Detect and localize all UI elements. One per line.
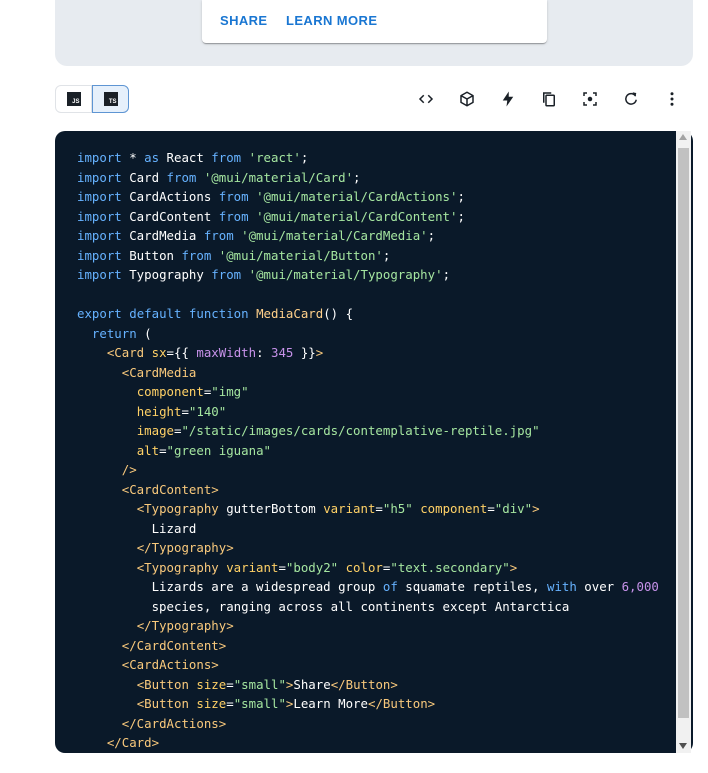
code-scrollbar[interactable] [676, 131, 691, 753]
focus-icon[interactable] [580, 89, 600, 109]
code-block: import * as React from 'react'; import C… [55, 131, 693, 753]
code-line: </Card> [106, 735, 160, 750]
codesandbox-icon[interactable] [457, 89, 477, 109]
code-line: <Button size="small">Share</Button> [136, 676, 398, 692]
code-line: <Typography gutterBottom variant="h5" co… [136, 501, 540, 516]
demo-toolbar: JS TS [55, 85, 693, 115]
language-toggle: JS TS [55, 85, 129, 113]
code-line: import CardMedia from '@mui/material/Car… [77, 228, 436, 243]
code-line: Lizards are a widespread group of squama… [77, 579, 659, 594]
code-icon[interactable] [416, 89, 436, 109]
code-line: component="img" [136, 384, 249, 399]
learn-more-button[interactable]: LEARN MORE [286, 11, 377, 29]
code-line: import CardContent from '@mui/material/C… [77, 208, 465, 224]
ts-toggle-button[interactable]: TS [92, 85, 129, 113]
code-line: return ( [91, 325, 152, 341]
scroll-up-arrow-icon[interactable] [679, 134, 687, 140]
media-card: SHARE LEARN MORE [202, 0, 547, 43]
code-line: <CardMedia [121, 364, 197, 380]
code-line: import Typography from '@mui/material/Ty… [77, 267, 451, 282]
code-line: import Card from '@mui/material/Card'; [77, 169, 361, 185]
code-line: <Typography variant="body2" color="text.… [136, 559, 518, 575]
code-line: <CardActions> [121, 657, 219, 672]
scrollbar-thumb[interactable] [678, 148, 689, 718]
code-line: alt="green iguana" [136, 442, 271, 458]
demo-preview: SHARE LEARN MORE [55, 0, 693, 66]
copy-icon[interactable] [539, 89, 559, 109]
more-icon[interactable] [662, 89, 682, 109]
reset-icon[interactable] [621, 89, 641, 109]
scroll-down-arrow-icon[interactable] [679, 743, 687, 749]
code-line: </CardActions> [121, 715, 227, 731]
typescript-icon: TS [103, 92, 118, 106]
code-line: </CardContent> [121, 637, 227, 653]
code-content: import * as React from 'react'; import C… [77, 148, 659, 753]
code-line: /> [121, 462, 137, 477]
code-line: <Card sx={{ maxWidth: 345 }}> [106, 345, 324, 360]
code-line: import CardActions from '@mui/material/C… [77, 189, 465, 204]
code-line: <Button size="small">Learn More</Button> [136, 696, 436, 711]
code-line: </Typography> [136, 618, 234, 633]
stackblitz-icon[interactable] [498, 89, 518, 109]
code-line: </Typography> [136, 540, 234, 555]
javascript-icon: JS [66, 92, 81, 106]
js-toggle-button[interactable]: JS [55, 85, 92, 113]
code-line: image="/static/images/cards/contemplativ… [136, 423, 540, 438]
code-line: height="140" [136, 403, 227, 419]
code-line: Lizard [77, 520, 197, 536]
code-line: import Button from '@mui/material/Button… [77, 247, 391, 263]
share-button[interactable]: SHARE [220, 11, 268, 29]
code-line: species, ranging across all continents e… [77, 598, 570, 614]
code-line: import * as React from 'react'; [77, 150, 309, 165]
code-line: <CardContent> [121, 481, 219, 497]
code-line: export default function MediaCard() { [77, 306, 354, 321]
